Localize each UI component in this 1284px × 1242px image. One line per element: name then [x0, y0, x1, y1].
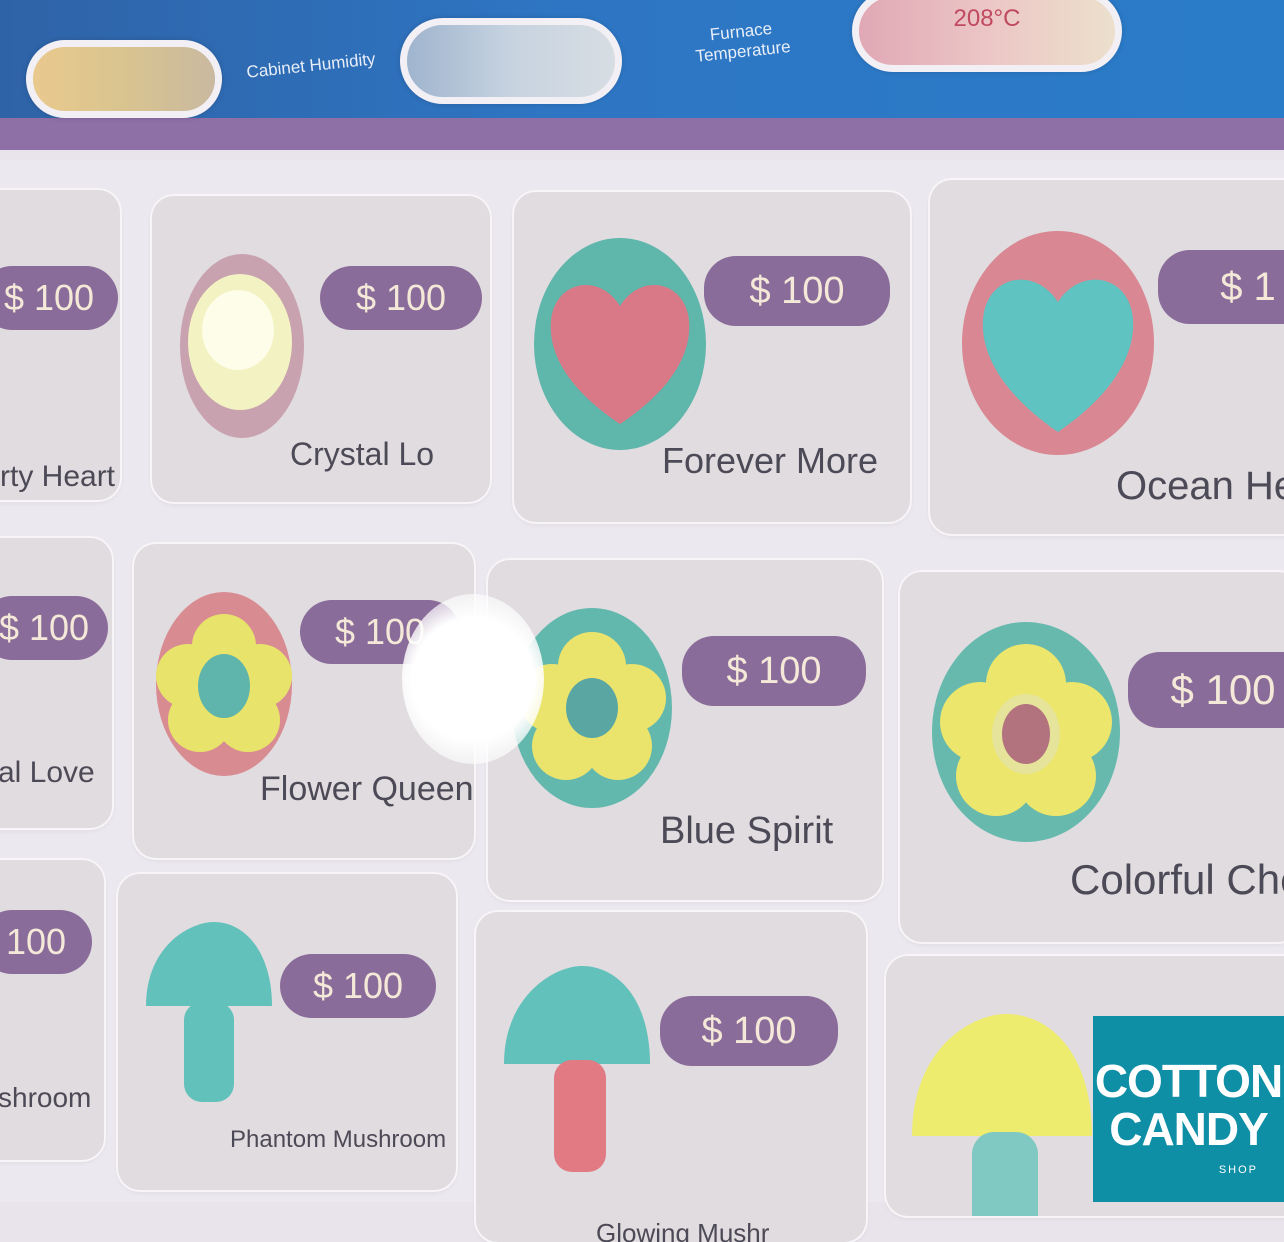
furnace-temperature-label: Furnace Temperature: [670, 15, 813, 69]
header-stripe: [0, 118, 1284, 150]
cotton-candy-shop-logo: COTTON CANDY SHOP: [1093, 1016, 1284, 1202]
product-name: Blue Spirit: [660, 810, 834, 852]
flower-icon: [156, 592, 292, 776]
price-badge: $ 100: [320, 266, 482, 330]
mushroom-icon: [504, 966, 650, 1172]
price-badge: $ 1: [1158, 250, 1284, 324]
product-card-glowing-mushroom[interactable]: $ 100 Glowing Mushr: [476, 912, 866, 1242]
product-name: Crystal Lo: [290, 436, 435, 472]
heart-icon: [962, 231, 1154, 455]
product-name: Colorful Che: [1070, 856, 1284, 903]
product-name: Ocean He: [1116, 464, 1284, 508]
product-card-rainbow-heart[interactable]: $ 100 rty Heart: [0, 190, 120, 500]
cabinet-humidity-gauge: [400, 18, 622, 104]
humidity-gauge: [26, 40, 222, 118]
price-badge: $ 100: [0, 266, 118, 330]
product-name: rty Heart: [0, 460, 116, 493]
product-card-blue-spirit[interactable]: $ 100 Blue Spirit: [488, 560, 882, 900]
heart-icon: [534, 238, 706, 450]
touch-indicator: [402, 594, 544, 764]
price-badge: $ 100: [682, 636, 866, 706]
product-card-ocean-heart[interactable]: $ 1 Ocean He: [930, 180, 1284, 534]
cabinet-humidity-label: Cabinet Humidity: [245, 49, 377, 82]
product-card-phantom-mushroom[interactable]: $ 100 Phantom Mushroom: [118, 874, 456, 1190]
price-badge: $ 100: [1128, 652, 1284, 728]
furnace-temperature-value: 208°C: [953, 5, 1021, 32]
price-badge: $ 100: [660, 996, 838, 1066]
product-name: Forever More: [662, 440, 879, 481]
product-card-colorful-cherry[interactable]: $ 100 Colorful Che: [900, 572, 1284, 942]
product-name: shroom: [0, 1082, 92, 1113]
logo-line3: SHOP: [1218, 1164, 1258, 1176]
product-card-forever-more[interactable]: $ 100 Forever More: [514, 192, 910, 522]
crystal-heart-icon: [180, 254, 304, 438]
product-card-crystal-love[interactable]: $ 100 Crystal Lo: [152, 196, 490, 502]
product-card-crystal-love-2[interactable]: $ 100 al Love: [0, 538, 112, 828]
product-name: Flower Queen: [260, 770, 474, 808]
mushroom-icon: [912, 1014, 1092, 1216]
status-header: Cabinet Humidity Furnace Temperature 208…: [0, 0, 1284, 150]
price-badge: $ 100: [280, 954, 436, 1018]
flower-icon: [932, 622, 1120, 842]
logo-line2: CANDY: [1109, 1103, 1269, 1155]
product-name: al Love: [0, 756, 95, 789]
logo-line1: COTTON: [1094, 1055, 1283, 1107]
furnace-temperature-gauge: 208°C: [852, 0, 1122, 72]
product-grid: $ 100 rty Heart $ 100 Crystal Lo $ 100 F…: [0, 160, 1284, 1242]
product-name: Glowing Mushr: [596, 1218, 770, 1242]
product-name: Phantom Mushroom: [230, 1126, 447, 1153]
mushroom-icon: [146, 922, 272, 1102]
price-badge: $ 100: [0, 596, 108, 660]
price-badge: 100: [0, 910, 92, 974]
product-card-mushroom[interactable]: 100 shroom: [0, 860, 104, 1160]
price-badge: $ 100: [704, 256, 890, 326]
